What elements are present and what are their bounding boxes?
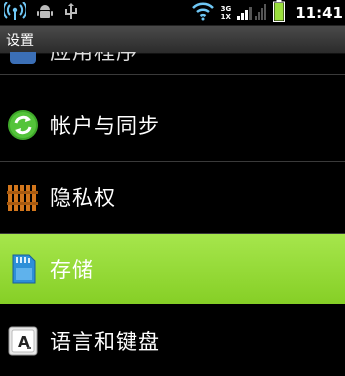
- settings-item-accounts-sync[interactable]: 帐户与同步: [0, 90, 345, 160]
- status-notifications: [2, 1, 78, 26]
- settings-item-label: 帐户与同步: [50, 114, 160, 138]
- apps-icon: [6, 52, 40, 68]
- title-bar: 设置: [0, 26, 345, 54]
- battery-icon: [273, 0, 286, 26]
- settings-item-language-keyboard[interactable]: A 语言和键盘: [0, 306, 345, 376]
- settings-item-label: 应用程序: [50, 52, 138, 64]
- settings-item-privacy[interactable]: 隐私权: [0, 162, 345, 232]
- page-title: 设置: [6, 33, 34, 49]
- settings-item-label: 语言和键盘: [50, 330, 160, 354]
- privacy-fence-icon: [6, 180, 40, 214]
- settings-item-label: 存储: [50, 258, 94, 282]
- clock: 11:41: [295, 3, 343, 22]
- wifi-tethering-icon: [2, 1, 28, 26]
- keyboard-icon: A: [6, 324, 40, 358]
- settings-item-apps[interactable]: 应用程序: [0, 52, 345, 76]
- sync-icon: [6, 108, 40, 142]
- wifi-icon: [191, 1, 215, 25]
- sd-card-icon: [6, 252, 40, 286]
- network-type: 3G 1X: [221, 5, 232, 21]
- usb-icon: [64, 3, 78, 25]
- settings-item-storage[interactable]: 存储: [0, 234, 345, 304]
- settings-item-label: 隐私权: [50, 186, 116, 210]
- signal-icon: [237, 1, 267, 25]
- divider: [0, 74, 345, 75]
- status-bar: 3G 1X 11:41: [0, 0, 345, 26]
- status-system: 3G 1X 11:41: [191, 0, 343, 25]
- network-type-bottom: 1X: [220, 12, 231, 21]
- network-type-top: 3G: [220, 4, 232, 13]
- android-debug-icon: [36, 3, 54, 25]
